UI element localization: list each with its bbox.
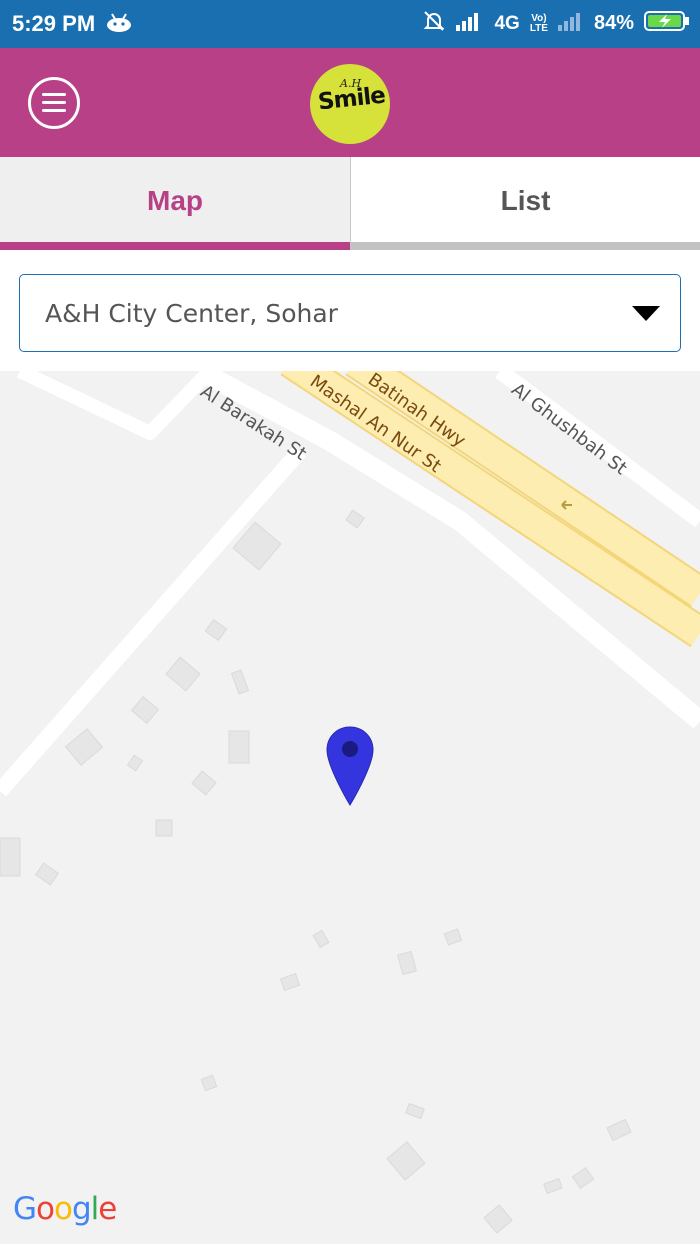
volte-icon: Vo) LTE <box>529 12 548 34</box>
status-time: 5:29 PM <box>12 11 96 36</box>
menu-button[interactable] <box>28 77 80 129</box>
battery-percent: 84% <box>593 12 634 34</box>
volte-line1: Vo) <box>531 12 547 24</box>
network-type: 4G <box>494 12 520 34</box>
location-select-value: A&H City Center, Sohar <box>45 299 338 328</box>
smile-logo: A.H Smile <box>310 64 390 144</box>
view-tabs: Map List <box>0 157 700 250</box>
menu-line <box>42 109 66 112</box>
tab-list[interactable]: List <box>350 157 700 250</box>
battery-charging-icon <box>644 10 690 37</box>
location-select[interactable]: A&H City Center, Sohar <box>19 274 681 352</box>
location-select-area: A&H City Center, Sohar <box>0 250 700 371</box>
status-bar: 5:29 PM 4G Vo) LTE 84% <box>0 0 700 48</box>
menu-line <box>42 101 66 104</box>
app-header: A.H Smile <box>0 48 700 157</box>
volte-line2: LTE <box>529 22 548 34</box>
android-notification-icon <box>106 12 132 37</box>
chevron-down-icon <box>632 306 660 321</box>
map-canvas <box>0 371 700 1234</box>
signal-weak-icon <box>557 11 584 36</box>
alarm-off-icon <box>422 9 446 38</box>
google-attribution: Google <box>13 1191 117 1227</box>
signal-strength-icon <box>456 11 484 36</box>
map-view[interactable]: Al Barakah St Batinah Hwy Mashal An Nur … <box>0 371 700 1244</box>
tab-map[interactable]: Map <box>0 157 350 250</box>
menu-line <box>42 93 66 96</box>
logo-main-text: Smile <box>316 82 387 116</box>
